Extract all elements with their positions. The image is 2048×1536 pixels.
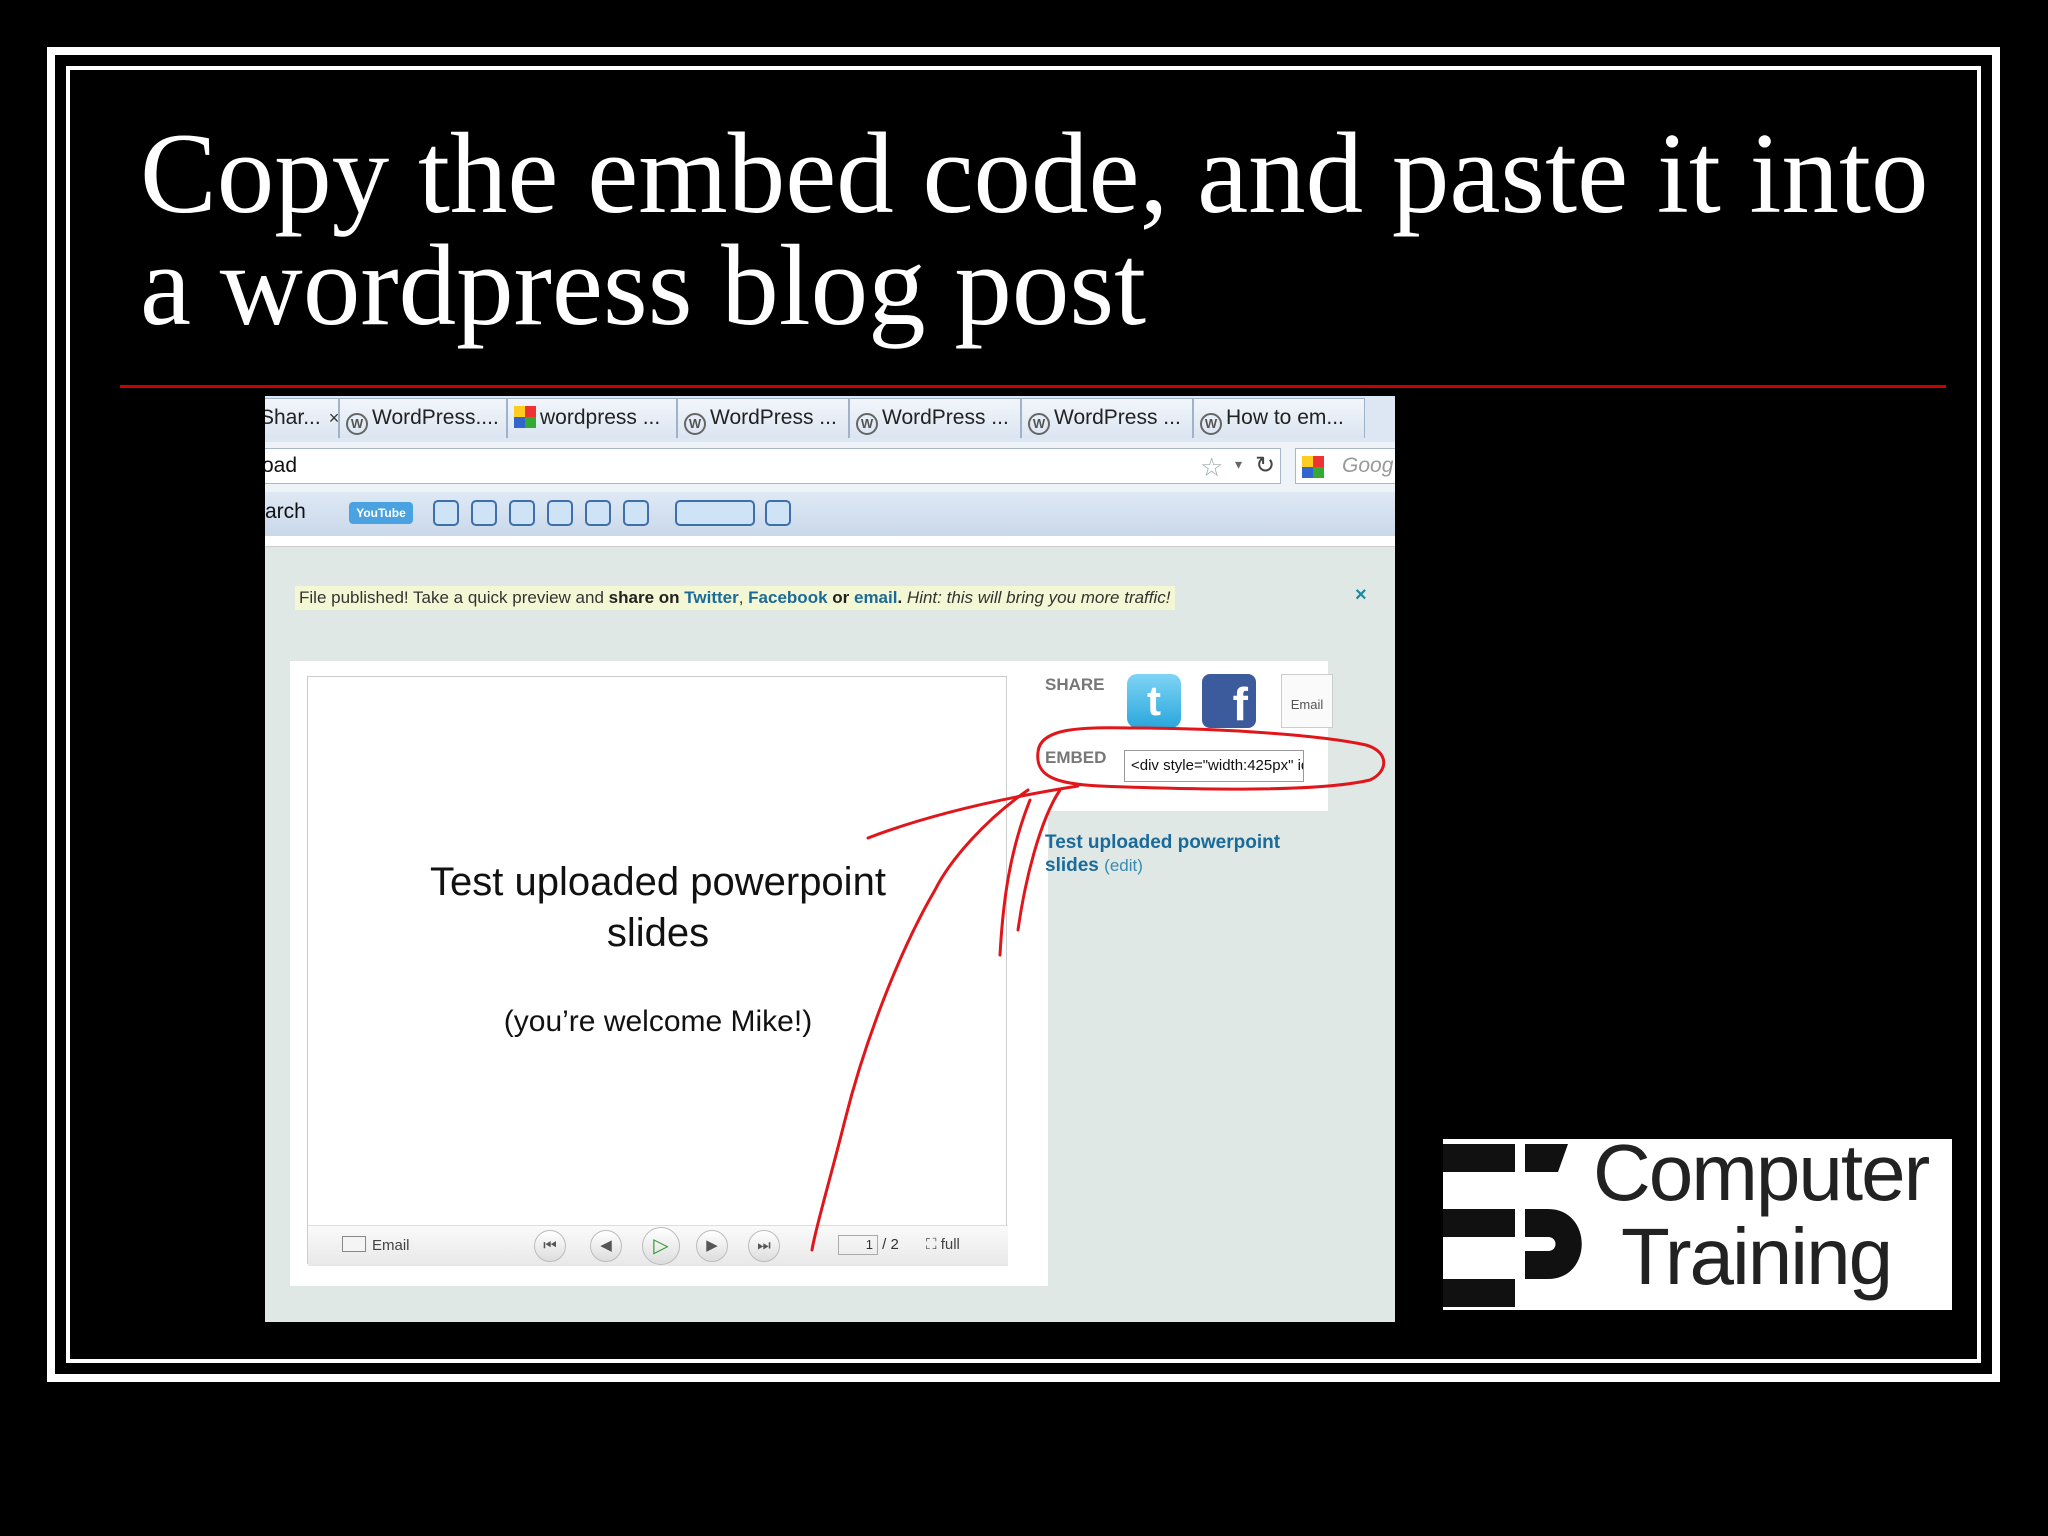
addon-toolbar: arch YouTube xyxy=(265,492,1395,537)
screen-icon[interactable] xyxy=(623,500,649,526)
viewer-controls: Email ⏮ ◀ ▷ ▶ ⏭ 1 / 2 ⛶ full xyxy=(308,1225,1008,1266)
slide-heading-line1: Test uploaded powerpoint xyxy=(430,860,886,904)
google-icon xyxy=(514,406,536,428)
envelope-icon xyxy=(342,1236,366,1252)
close-icon[interactable]: × xyxy=(1355,584,1367,607)
fullscreen-label: full xyxy=(940,1236,960,1253)
notice-period: . xyxy=(897,588,907,607)
twitter-icon[interactable]: t xyxy=(1127,674,1181,728)
tab-label: WordPress.... xyxy=(372,406,499,429)
wordpress-icon: W xyxy=(1028,413,1050,435)
tab-how-to-embed[interactable]: W How to em... xyxy=(1193,398,1365,438)
navigation-bar: oad ☆ ▾ ↻ Goog xyxy=(265,442,1395,492)
download-icon[interactable] xyxy=(509,500,535,526)
notice-comma: , xyxy=(738,588,749,607)
prev-slide-icon[interactable]: ◀ xyxy=(590,1230,622,1262)
globe-icon[interactable] xyxy=(765,500,791,526)
google-icon xyxy=(1302,456,1324,478)
tab-label: WordPress ... xyxy=(1054,406,1181,429)
play-icon[interactable]: ▷ xyxy=(642,1227,680,1265)
embed-label: EMBED xyxy=(1045,748,1107,767)
presentation-title[interactable]: Test uploaded powerpoint slides xyxy=(1045,832,1280,876)
tab-wordpress-3[interactable]: W WordPress ... xyxy=(849,398,1021,438)
next-slide-icon[interactable]: ▶ xyxy=(696,1230,728,1262)
notice-facebook-link[interactable]: Facebook xyxy=(748,588,827,607)
notice-text: File published! Take a quick preview and xyxy=(299,588,609,607)
page-indicator: 1 / 2 xyxy=(838,1235,899,1255)
presentation-title-link[interactable]: Test uploaded powerpoint slides (edit) xyxy=(1045,831,1315,877)
wordpress-icon: W xyxy=(856,413,878,435)
tools-icon[interactable] xyxy=(585,500,611,526)
tab-label: How to em... xyxy=(1226,406,1344,429)
first-slide-icon[interactable]: ⏮ xyxy=(534,1230,566,1262)
slide-heading-line2: slides xyxy=(606,911,710,955)
wordpress-icon: W xyxy=(346,413,368,435)
logo: Computer Training xyxy=(1443,1128,1952,1310)
youtube-icon[interactable]: YouTube xyxy=(349,502,413,524)
notice-share-on: share on xyxy=(608,588,680,607)
logo-line2: Training xyxy=(1621,1212,1893,1301)
page-total: / 2 xyxy=(882,1236,899,1253)
camera-icon[interactable] xyxy=(471,500,497,526)
tab-label: wordpress ... xyxy=(540,406,661,429)
reload-icon[interactable]: ↻ xyxy=(1255,451,1275,480)
wordpress-icon: W xyxy=(1200,413,1222,435)
logo-mark-icon xyxy=(1443,1144,1582,1307)
email-share-icon[interactable]: Email xyxy=(1281,674,1333,728)
slide-subtitle: (you’re welcome Mike!) xyxy=(503,1005,813,1038)
notice-email-link[interactable]: email xyxy=(854,588,897,607)
share-label: SHARE xyxy=(1045,675,1105,694)
embed-code-field[interactable]: <div style="width:425px" id= xyxy=(1124,750,1304,782)
page-number-input[interactable]: 1 xyxy=(838,1235,878,1255)
page-header-strip xyxy=(265,536,1395,547)
tab-wordpress-1[interactable]: W WordPress.... xyxy=(339,398,507,438)
fullscreen-icon: ⛶ xyxy=(926,1236,937,1253)
viewer-email-label: Email xyxy=(372,1237,410,1254)
browser-screenshot: Shar... × W WordPress.... wordpress ... WW… xyxy=(265,396,1395,1322)
close-icon[interactable]: × xyxy=(329,408,338,428)
tab-label: WordPress ... xyxy=(710,406,837,429)
tab-label: WordPress ... xyxy=(882,406,1009,429)
tab-slideshare[interactable]: Shar... × xyxy=(265,398,339,438)
bookmark-star-icon[interactable]: ☆ xyxy=(1200,452,1223,483)
play-icon[interactable] xyxy=(547,500,573,526)
title-divider xyxy=(120,385,1946,388)
toolbar-search-label[interactable]: arch xyxy=(265,500,306,524)
slide-heading: Test uploaded powerpoint slides xyxy=(308,857,1008,959)
edit-link[interactable]: (edit) xyxy=(1104,856,1143,875)
slide-viewer: Test uploaded powerpoint slides (you’re … xyxy=(307,676,1008,1266)
tab-label: Shar... xyxy=(265,406,321,429)
notice-or: or xyxy=(827,588,854,607)
logo-line1: Computer xyxy=(1593,1128,1930,1217)
address-bar[interactable]: oad xyxy=(265,448,1281,484)
film-icon[interactable] xyxy=(433,500,459,526)
dropdown-arrow-icon[interactable]: ▾ xyxy=(1235,456,1242,473)
wordpress-icon: W xyxy=(684,413,706,435)
fullscreen-button[interactable]: ⛶ full xyxy=(926,1236,960,1253)
tab-bar: Shar... × W WordPress.... wordpress ... WW… xyxy=(265,396,1395,443)
tab-wordpress-2[interactable]: W WordPress ... xyxy=(677,398,849,438)
facebook-icon[interactable]: f xyxy=(1202,674,1256,730)
last-slide-icon[interactable]: ⏭ xyxy=(748,1230,780,1262)
tab-wordpress-4[interactable]: W WordPress ... xyxy=(1021,398,1193,438)
notice-twitter-link[interactable]: Twitter xyxy=(684,588,738,607)
search-input[interactable]: Goog xyxy=(1295,448,1395,484)
notice-hint: Hint: this will bring you more traffic! xyxy=(906,588,1171,607)
slide-title: Copy the embed code, and paste it into a… xyxy=(140,110,1929,349)
viewer-email-button[interactable]: Email xyxy=(342,1236,410,1254)
publish-notice: File published! Take a quick preview and… xyxy=(295,586,1175,610)
tab-google-search[interactable]: wordpress ... xyxy=(507,398,677,438)
media-controls-icon[interactable] xyxy=(675,500,755,526)
